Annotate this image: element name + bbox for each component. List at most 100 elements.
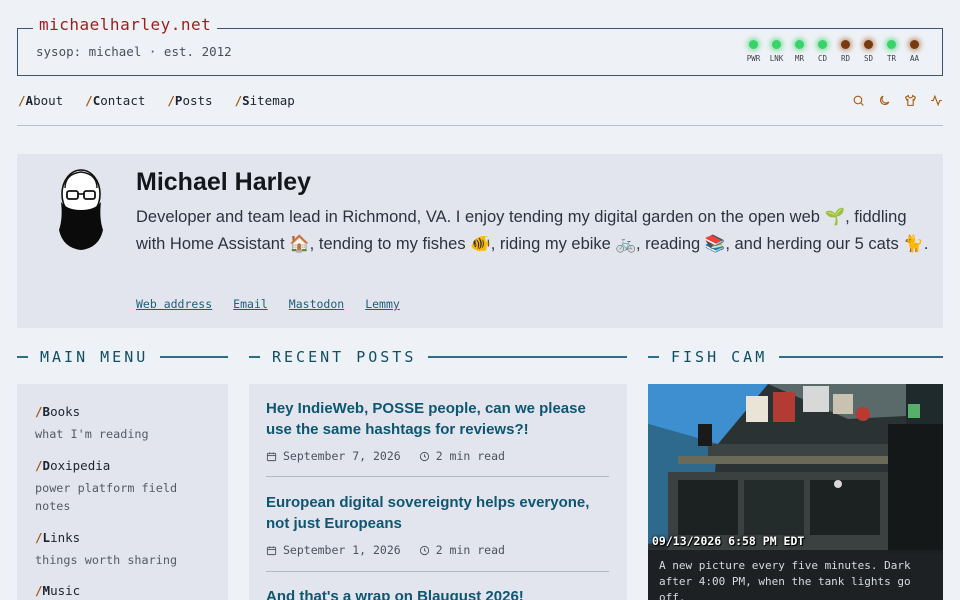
led-label: CD [817,54,828,63]
post-read-time: 2 min read [435,543,505,557]
nav-slash: / [234,93,243,108]
menu-initial: L [42,530,51,545]
menu-slash: / [35,458,43,473]
nav-slash: / [85,93,93,108]
menu-item-title: /Music [35,583,80,598]
led-dot [749,40,758,49]
nav-label: itemap [249,93,295,108]
fish-cam-heading: FISH CAM [648,348,943,366]
post-date: September 7, 2026 [283,449,401,463]
led-label: AA [909,54,920,63]
led-label: MR [794,54,805,63]
post-item: European digital sovereignty helps every… [266,492,609,557]
menu-item-desc: power platform field notes [35,481,178,513]
heading-text: MAIN MENU [40,348,149,366]
led-mr: MR [788,40,811,63]
lemmy-link[interactable]: Lemmy [365,297,400,311]
post-title-link[interactable]: Hey IndieWeb, POSSE people, can we pleas… [266,398,609,440]
recent-posts-heading: RECENT POSTS [249,348,627,366]
post-meta: September 1, 2026 2 min read [266,543,609,557]
menu-label: oxipedia [50,458,111,473]
sysop-line: sysop: michael · est. 2012 [36,44,232,59]
menu-item-title: /Links [35,530,205,545]
led-tr: TR [880,40,903,63]
main-menu-heading: MAIN MENU [17,348,228,366]
nav-label: ontact [100,93,146,108]
nav-slash: / [167,93,175,108]
email-link[interactable]: Email [233,297,268,311]
nav-initial: A [25,93,34,108]
profile-links: Web address Email Mastodon Lemmy [136,297,400,311]
menu-item-desc: things worth sharing [35,553,178,567]
led-label: PWR [746,54,761,63]
nav-divider [17,125,943,126]
post-title-link[interactable]: European digital sovereignty helps every… [266,492,609,534]
web-address-link[interactable]: Web address [136,297,212,311]
led-cd: CD [811,40,834,63]
led-label: TR [886,54,897,63]
clock-icon [419,451,429,461]
activity-icon[interactable] [930,94,943,107]
nav-label: osts [182,93,213,108]
post-read-time: 2 min read [435,449,505,463]
main-nav: /About /Contact /Posts /Sitemap [18,93,295,108]
nav-initial: S [242,93,250,108]
nav-slash: / [18,93,26,108]
led-sd: SD [857,40,880,63]
avatar [59,169,103,250]
search-icon[interactable] [852,94,865,107]
site-title-link[interactable]: michaelharley.net [33,15,218,34]
heading-rule [648,356,659,358]
nav-icon-group [852,94,943,107]
mastodon-link[interactable]: Mastodon [289,297,344,311]
led-label: LNK [769,54,784,63]
menu-item-links[interactable]: /Links things worth sharing [35,530,205,569]
moon-icon[interactable] [878,94,891,107]
profile-card: Michael Harley Developer and team lead i… [17,154,943,328]
recent-posts-card: Hey IndieWeb, POSSE people, can we pleas… [249,384,627,600]
led-dot [795,40,804,49]
post-meta: September 7, 2026 2 min read [266,449,609,463]
fish-cam-card: 09/13/2026 6:58 PM EDT A new picture eve… [648,384,943,600]
menu-item-music[interactable]: /Music [35,583,80,598]
post-divider [266,476,609,477]
post-item: Hey IndieWeb, POSSE people, can we pleas… [266,398,609,463]
menu-item-title: /Doxipedia [35,458,205,473]
profile-bio: Developer and team lead in Richmond, VA.… [136,208,929,253]
heading-text: FISH CAM [671,348,768,366]
menu-item-desc: what I'm reading [35,427,149,441]
post-divider [266,571,609,572]
menu-label: inks [50,530,81,545]
post-date: September 1, 2026 [283,543,401,557]
heading-rule [17,356,28,358]
menu-initial: B [42,404,51,419]
led-label: RD [840,54,851,63]
post-title-link[interactable]: And that's a wrap on Blaugust 2026! [266,586,609,600]
fish-cam-caption: A new picture every five minutes. Dark a… [648,550,943,600]
calendar-icon [266,545,277,555]
nav-contact[interactable]: /Contact [85,93,145,108]
shirt-icon[interactable] [904,94,917,107]
nav-sitemap[interactable]: /Sitemap [235,93,295,108]
menu-item-doxipedia[interactable]: /Doxipedia power platform field notes [35,458,205,515]
menu-label: ooks [50,404,81,419]
profile-name: Michael Harley [136,168,312,196]
led-dot [818,40,827,49]
nav-posts[interactable]: /Posts [167,93,212,108]
led-dot [864,40,873,49]
menu-label: usic [50,583,81,598]
menu-initial: D [42,458,51,473]
menu-item-books[interactable]: /Books what I'm reading [35,404,205,443]
clock-icon [419,545,429,555]
menu-slash: / [35,583,43,598]
calendar-icon [266,451,277,461]
site-header-box: sysop: michael · est. 2012 PWR LNK MR CD… [17,28,943,76]
led-pwr: PWR [742,40,765,63]
fish-cam-timestamp: 09/13/2026 6:58 PM EDT [652,534,805,548]
heading-rule [160,356,228,358]
nav-about[interactable]: /About [18,93,63,108]
nav-label: bout [33,93,64,108]
led-dot [910,40,919,49]
led-label: SD [863,54,874,63]
led-dot [772,40,781,49]
